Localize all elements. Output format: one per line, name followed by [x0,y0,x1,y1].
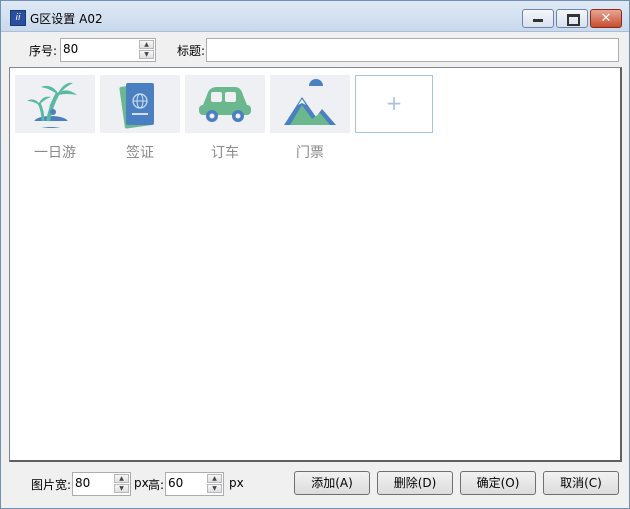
index-spinbox: ▲ ▼ [60,38,156,62]
index-spinner: ▲ ▼ [139,40,154,60]
image-width-input[interactable] [75,475,111,491]
mountain-icon [284,79,336,125]
app-icon: ii [10,10,26,26]
image-width-label: 图片宽: [31,478,72,492]
title-input[interactable] [210,41,605,59]
image-height-increment-button[interactable]: ▲ [207,474,222,483]
tile-label-day-trip: 一日游 [34,145,76,161]
tile-label-tickets: 门票 [296,145,324,161]
image-height-label: 高: [148,478,165,492]
add-button[interactable]: 添加(A) [294,471,370,495]
image-width-spinbox: ▲ ▼ [72,472,131,496]
ok-button[interactable]: 确定(O) [460,471,536,495]
window-title: G区设置 A02 [30,12,103,26]
image-height-spinner: ▲ ▼ [207,474,222,494]
tile-label-visa: 签证 [126,145,154,161]
tile-visa[interactable] [100,75,180,133]
image-tile-panel: 一日游 签证 订车 门票 + [9,67,622,462]
add-tile-button[interactable]: + [355,75,433,133]
tile-car-rental[interactable] [185,75,265,133]
title-label: 标题: [177,44,206,58]
index-input[interactable] [63,41,133,57]
cancel-button[interactable]: 取消(C) [543,471,619,495]
tile-tickets[interactable] [270,75,350,133]
maximize-button[interactable] [556,9,588,28]
close-icon: ✕ [600,11,612,26]
palm-island-icon [27,82,77,128]
image-height-input[interactable] [168,475,204,491]
image-height-spinbox: ▲ ▼ [165,472,224,496]
image-width-increment-button[interactable]: ▲ [114,474,129,483]
image-width-spinner: ▲ ▼ [114,474,129,494]
image-width-decrement-button[interactable]: ▼ [114,484,129,493]
minimize-button[interactable] [522,9,554,28]
index-decrement-button[interactable]: ▼ [139,50,154,59]
passport-icon [119,83,154,129]
maximize-icon [567,14,580,26]
title-field [206,38,619,62]
index-increment-button[interactable]: ▲ [139,40,154,49]
index-label: 序号: [29,44,58,58]
height-unit-label: px [229,476,244,490]
title-bar[interactable]: ii G区设置 A02 ✕ [1,1,629,32]
minimize-icon [533,19,543,22]
plus-icon: + [385,91,403,115]
close-button[interactable]: ✕ [590,9,622,28]
width-unit-label: px [134,476,149,490]
tile-label-car-rental: 订车 [211,145,239,161]
delete-button[interactable]: 删除(D) [377,471,453,495]
image-height-decrement-button[interactable]: ▼ [207,484,222,493]
tile-day-trip[interactable] [15,75,95,133]
car-icon [199,87,251,122]
dialog-window: ii G区设置 A02 ✕ 序号: ▲ ▼ 标题: [0,0,630,509]
